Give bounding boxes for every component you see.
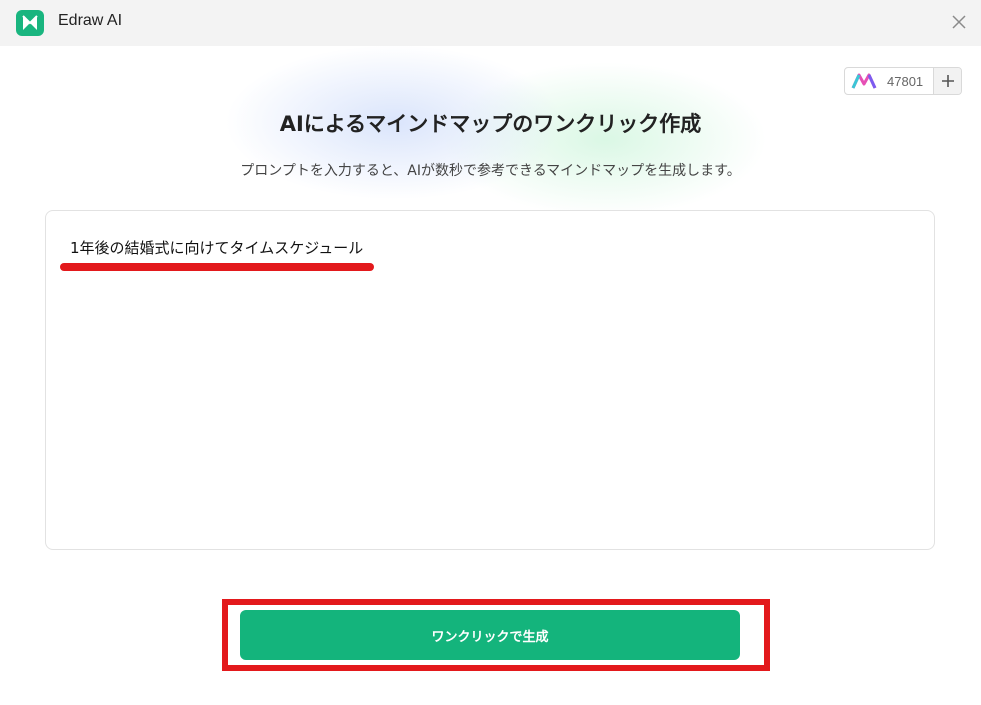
title-bar: Edraw AI (0, 0, 981, 46)
plus-icon (941, 75, 954, 87)
close-icon (952, 15, 966, 29)
page-title: AIによるマインドマップのワンクリック作成 (279, 112, 702, 136)
prompt-input[interactable]: 1年後の結婚式に向けてタイムスケジュール (45, 210, 935, 550)
highlight-underline (60, 263, 374, 271)
generate-button[interactable]: ワンクリックで生成 (240, 610, 740, 660)
ai-credits-icon (851, 73, 877, 89)
credits-count: 47801 (887, 73, 924, 89)
prompt-text[interactable]: 1年後の結婚式に向けてタイムスケジュール (70, 237, 363, 258)
app-title: Edraw AI (58, 12, 123, 29)
add-credits-button[interactable] (933, 68, 961, 94)
close-button[interactable] (947, 10, 971, 34)
page-subtitle: プロンプトを入力すると、AIが数秒で参考できるマインドマップを生成します。 (240, 163, 741, 179)
credits-widget: 47801 (844, 67, 962, 95)
edraw-logo-icon (16, 10, 44, 36)
